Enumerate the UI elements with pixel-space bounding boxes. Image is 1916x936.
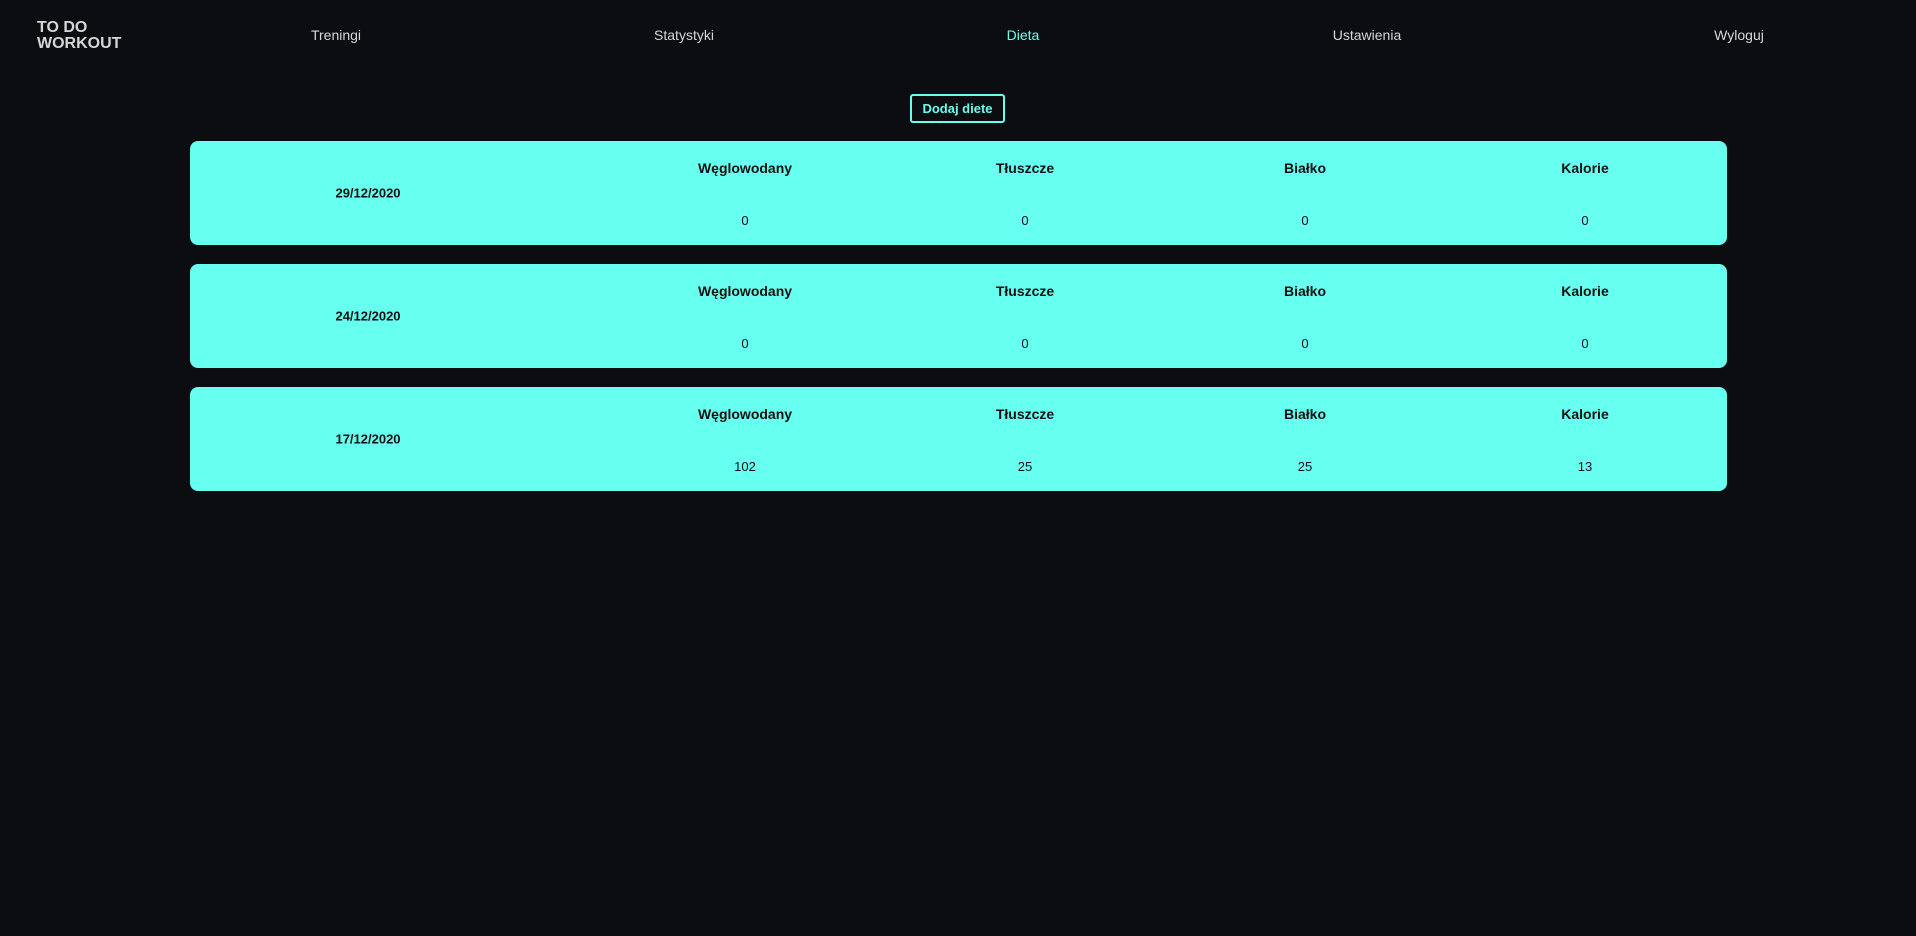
nav-link-dieta[interactable]: Dieta xyxy=(1007,27,1040,43)
carbs-header: Węglowodany xyxy=(697,160,793,176)
nav-link-treningi[interactable]: Treningi xyxy=(311,27,361,43)
calories-header: Kalorie xyxy=(1561,283,1609,299)
add-diet-button[interactable]: Dodaj diete xyxy=(910,94,1005,123)
fat-header: Tłuszcze xyxy=(995,406,1055,422)
diet-date: 17/12/2020 xyxy=(335,431,401,447)
fat-value: 0 xyxy=(1021,336,1029,351)
fat-value: 0 xyxy=(1021,213,1029,228)
diet-card[interactable]: 29/12/2020 Węglowodany Tłuszcze Białko K… xyxy=(190,141,1727,245)
logo-line-1: TO DO xyxy=(37,19,88,36)
protein-value: 0 xyxy=(1301,213,1309,228)
carbs-value: 0 xyxy=(741,213,749,228)
nav-link-statystyki[interactable]: Statystyki xyxy=(654,27,714,43)
diet-date: 24/12/2020 xyxy=(335,308,401,324)
logo-line-2: WORKOUT xyxy=(37,35,122,52)
calories-value: 13 xyxy=(1577,459,1593,474)
carbs-header: Węglowodany xyxy=(697,283,793,299)
protein-value: 0 xyxy=(1301,336,1309,351)
carbs-header: Węglowodany xyxy=(697,406,793,422)
protein-value: 25 xyxy=(1297,459,1313,474)
nav-link-wyloguj[interactable]: Wyloguj xyxy=(1714,27,1764,43)
fat-value: 25 xyxy=(1017,459,1033,474)
diet-card[interactable]: 17/12/2020 Węglowodany Tłuszcze Białko K… xyxy=(190,387,1727,491)
calories-header: Kalorie xyxy=(1561,160,1609,176)
fat-header: Tłuszcze xyxy=(995,160,1055,176)
nav-link-ustawienia[interactable]: Ustawienia xyxy=(1333,27,1401,43)
carbs-value: 0 xyxy=(741,336,749,351)
calories-value: 0 xyxy=(1581,336,1589,351)
protein-header: Białko xyxy=(1283,406,1327,422)
app-logo[interactable]: TO DO WORKOUT xyxy=(37,20,147,52)
diet-date: 29/12/2020 xyxy=(335,185,401,201)
protein-header: Białko xyxy=(1283,160,1327,176)
fat-header: Tłuszcze xyxy=(995,283,1055,299)
protein-header: Białko xyxy=(1283,283,1327,299)
top-navbar: TO DO WORKOUT Treningi Statystyki Dieta … xyxy=(0,0,1916,72)
calories-value: 0 xyxy=(1581,213,1589,228)
diet-card[interactable]: 24/12/2020 Węglowodany Tłuszcze Białko K… xyxy=(190,264,1727,368)
calories-header: Kalorie xyxy=(1561,406,1609,422)
carbs-value: 102 xyxy=(734,459,756,474)
